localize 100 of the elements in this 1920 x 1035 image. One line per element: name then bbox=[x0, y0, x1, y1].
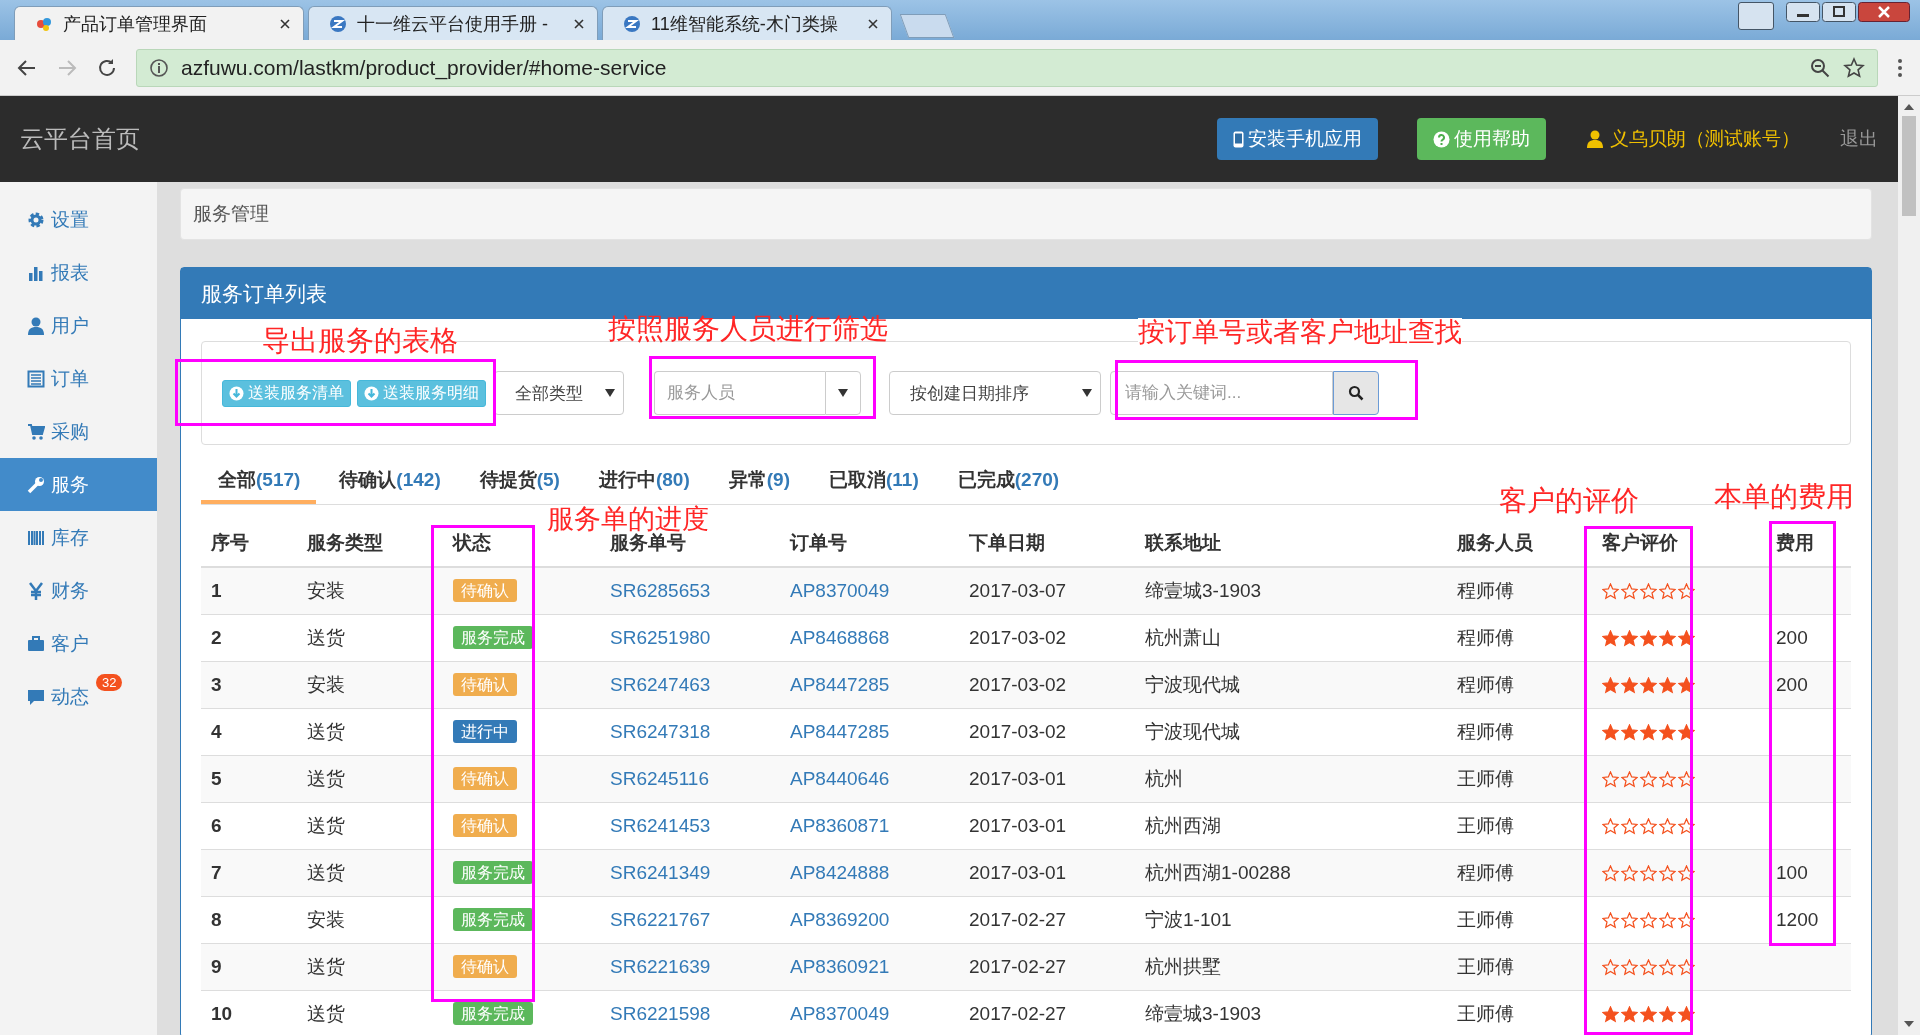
user-icon bbox=[27, 316, 45, 335]
status-tab[interactable]: 待提货(5) bbox=[462, 460, 576, 504]
help-button[interactable]: 使用帮助 bbox=[1417, 118, 1546, 160]
status-tab[interactable]: 异常(9) bbox=[711, 460, 806, 504]
scroll-up-icon[interactable] bbox=[1904, 104, 1914, 110]
close-icon[interactable] bbox=[867, 17, 879, 30]
logout-link[interactable]: 退出 bbox=[1840, 126, 1878, 152]
minimize-icon[interactable] bbox=[1786, 2, 1820, 22]
table-cell: 王师傅 bbox=[1457, 955, 1514, 977]
brand-link[interactable]: 云平台首页 bbox=[20, 123, 140, 155]
empty-star-icon bbox=[1659, 771, 1676, 788]
empty-star-icon bbox=[1621, 865, 1638, 882]
service-number-link[interactable]: SR6221639 bbox=[610, 955, 711, 977]
status-tab[interactable]: 待确认(142) bbox=[322, 460, 457, 504]
sidebar-item[interactable]: 设置 bbox=[0, 193, 157, 246]
sidebar-item[interactable]: 库存 bbox=[0, 511, 157, 564]
profile-button[interactable] bbox=[1738, 2, 1774, 30]
service-number-link[interactable]: SR6251980 bbox=[610, 626, 711, 648]
scrollbar[interactable] bbox=[1898, 96, 1920, 1035]
filled-star-icon bbox=[1640, 630, 1657, 647]
table-cell: 9 bbox=[211, 955, 222, 977]
empty-star-icon bbox=[1659, 912, 1676, 929]
sidebar-item[interactable]: 动态 32 bbox=[0, 670, 157, 723]
annotation-text: 本单的费用 bbox=[1714, 482, 1854, 513]
sidebar-item[interactable]: 财务 bbox=[0, 564, 157, 617]
install-app-button[interactable]: 安装手机应用 bbox=[1217, 118, 1378, 160]
sidebar-item[interactable]: 报表 bbox=[0, 246, 157, 299]
order-number-link[interactable]: AP8447285 bbox=[790, 720, 890, 742]
table-cell: 杭州 bbox=[1145, 767, 1183, 789]
dropdown-button[interactable] bbox=[825, 371, 861, 415]
order-number-link[interactable]: AP8447285 bbox=[790, 673, 890, 695]
menu-icon[interactable] bbox=[1896, 56, 1904, 79]
browser-tab[interactable]: 产品订单管理界面 bbox=[14, 6, 304, 40]
filled-star-icon bbox=[1602, 630, 1619, 647]
user-link[interactable]: 义乌贝朗（测试账号） bbox=[1586, 126, 1800, 152]
service-number-link[interactable]: SR6247463 bbox=[610, 673, 711, 695]
sidebar-item[interactable]: 采购 bbox=[0, 405, 157, 458]
service-number-link[interactable]: SR6241349 bbox=[610, 861, 711, 883]
order-number-link[interactable]: AP8424888 bbox=[790, 861, 890, 883]
order-number-link[interactable]: AP8370049 bbox=[790, 1002, 890, 1024]
empty-star-icon bbox=[1621, 771, 1638, 788]
star-icon[interactable] bbox=[1843, 56, 1865, 79]
service-number-link[interactable]: SR6241453 bbox=[610, 814, 711, 836]
order-number-link[interactable]: AP8468868 bbox=[790, 626, 890, 648]
table-cell: 杭州西湖1-00288 bbox=[1145, 861, 1291, 883]
status-label: 服务完成 bbox=[453, 861, 533, 884]
empty-star-icon bbox=[1602, 912, 1619, 929]
wrench-icon bbox=[27, 475, 45, 494]
table-cell: 缔壹城3-1903 bbox=[1145, 579, 1262, 601]
sort-select[interactable]: 按创建日期排序 bbox=[889, 371, 1101, 415]
gear-icon bbox=[27, 210, 45, 229]
status-tab[interactable]: 进行中(80) bbox=[581, 460, 706, 504]
table-cell: 5 bbox=[211, 767, 222, 789]
empty-star-icon bbox=[1659, 865, 1676, 882]
service-number-link[interactable]: SR6221598 bbox=[610, 1002, 711, 1024]
table-cell: 100 bbox=[1776, 861, 1808, 883]
filled-star-icon bbox=[1659, 677, 1676, 694]
service-number-link[interactable]: SR6247318 bbox=[610, 720, 711, 742]
scrollbar-thumb[interactable] bbox=[1902, 116, 1916, 216]
sidebar-item[interactable]: 订单 bbox=[0, 352, 157, 405]
filled-star-icon bbox=[1621, 677, 1638, 694]
sidebar-item[interactable]: 用户 bbox=[0, 299, 157, 352]
order-number-link[interactable]: AP8370049 bbox=[790, 579, 890, 601]
close-icon[interactable] bbox=[279, 17, 291, 30]
status-tab[interactable]: 已完成(270) bbox=[940, 460, 1076, 504]
service-number-link[interactable]: SR6285653 bbox=[610, 579, 711, 601]
order-number-link[interactable]: AP8440646 bbox=[790, 767, 890, 789]
filled-star-icon bbox=[1640, 1006, 1657, 1024]
staff-select-field[interactable]: 服务人员 bbox=[654, 371, 825, 415]
sidebar-item[interactable]: 客户 bbox=[0, 617, 157, 670]
type-select[interactable]: 全部类型 bbox=[494, 371, 624, 415]
empty-star-icon bbox=[1659, 818, 1676, 835]
close-icon[interactable] bbox=[573, 17, 585, 30]
filled-star-icon bbox=[1602, 677, 1619, 694]
status-tab[interactable]: 已取消(11) bbox=[812, 460, 935, 504]
service-number-link[interactable]: SR6245116 bbox=[610, 767, 709, 789]
filled-star-icon bbox=[1678, 1006, 1695, 1024]
filled-star-icon bbox=[1621, 724, 1638, 741]
status-label: 待确认 bbox=[453, 673, 517, 696]
filled-star-icon bbox=[1621, 1006, 1638, 1024]
filled-star-icon bbox=[1678, 630, 1695, 647]
search-button[interactable] bbox=[1333, 371, 1379, 415]
close-icon[interactable] bbox=[1858, 2, 1910, 22]
order-number-link[interactable]: AP8360871 bbox=[790, 814, 890, 836]
empty-star-icon bbox=[1640, 818, 1657, 835]
zoom-icon[interactable] bbox=[1809, 56, 1831, 79]
order-number-link[interactable]: AP8360921 bbox=[790, 955, 890, 977]
status-tab[interactable]: 全部(517) bbox=[201, 460, 317, 504]
empty-star-icon bbox=[1678, 771, 1695, 788]
status-label: 待确认 bbox=[453, 767, 517, 790]
service-number-link[interactable]: SR6221767 bbox=[610, 908, 711, 930]
search-icon bbox=[1348, 385, 1364, 401]
sidebar-item[interactable]: 服务 bbox=[0, 458, 157, 511]
search-field[interactable]: 请输入关键词... bbox=[1110, 371, 1333, 415]
address-field[interactable]: azfuwu.com/lastkm/product_provider/#home-service bbox=[136, 48, 1878, 87]
browser-tab[interactable]: 十一维云平台使用手册 - bbox=[308, 6, 598, 40]
order-number-link[interactable]: AP8369200 bbox=[790, 908, 890, 930]
browser-tab[interactable]: 11维智能系统-木门类操 bbox=[602, 6, 892, 40]
maximize-icon[interactable] bbox=[1822, 2, 1856, 22]
scroll-down-icon[interactable] bbox=[1904, 1021, 1914, 1027]
